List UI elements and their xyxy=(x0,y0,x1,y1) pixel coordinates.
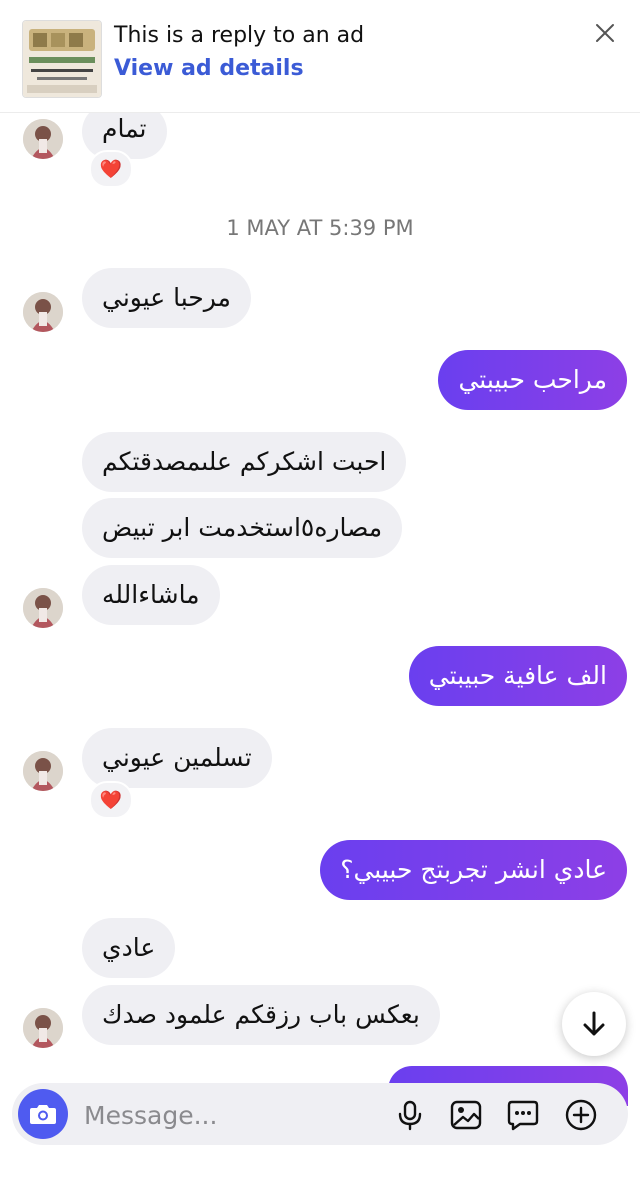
arrow-down-icon xyxy=(583,1011,605,1036)
message-text: بعكس باب رزقكم علمود صدك xyxy=(102,1000,420,1029)
image-icon[interactable] xyxy=(448,1097,484,1133)
message-bubble-incoming[interactable]: بعكس باب رزقكم علمود صدك xyxy=(82,985,440,1045)
message-bubble-incoming[interactable]: مرحبا عيوني xyxy=(82,268,251,328)
message-text: مرحبا عيوني xyxy=(102,283,231,312)
avatar[interactable] xyxy=(23,292,63,332)
message-text: مراحب حبيبتي xyxy=(458,365,607,394)
message-text: عادي انشر تجربتج حبيبي؟ xyxy=(340,855,607,884)
date-separator: 1 MAY AT 5:39 PM xyxy=(226,216,414,240)
sticker-icon[interactable] xyxy=(505,1097,541,1133)
microphone-icon[interactable] xyxy=(392,1097,428,1133)
heart-reaction-icon[interactable]: ❤️ xyxy=(89,150,133,188)
avatar[interactable] xyxy=(23,751,63,791)
message-bubble-incoming[interactable]: تسلمين عيوني xyxy=(82,728,272,788)
avatar[interactable] xyxy=(23,119,63,159)
avatar[interactable] xyxy=(23,1008,63,1048)
message-bubble-incoming[interactable]: ماشاءالله xyxy=(82,565,220,625)
message-text: الف عافية حبيبتي xyxy=(428,661,607,690)
ad-thumbnail[interactable] xyxy=(22,20,102,98)
plus-icon[interactable] xyxy=(563,1097,599,1133)
message-text: تسلمين عيوني xyxy=(102,743,252,772)
message-input[interactable] xyxy=(82,1093,386,1137)
message-bubble-incoming[interactable]: احبت اشكركم علىمصدقتكم xyxy=(82,432,407,492)
message-bubble-outgoing[interactable]: عادي انشر تجربتج حبيبي؟ xyxy=(320,840,627,900)
camera-icon xyxy=(30,1105,56,1124)
avatar[interactable] xyxy=(23,588,63,628)
close-icon[interactable] xyxy=(592,20,618,46)
ad-reply-banner: This is a reply to an ad View ad details xyxy=(0,0,640,113)
scroll-to-bottom-button[interactable] xyxy=(562,992,626,1056)
message-text: احبت اشكركم علىمصدقتكم xyxy=(102,447,387,476)
message-bubble-incoming[interactable]: مصاره٥استخدمت ابر تبيض xyxy=(82,498,403,558)
message-composer xyxy=(12,1083,628,1145)
heart-reaction-icon[interactable]: ❤️ xyxy=(89,781,133,819)
ad-reply-title: This is a reply to an ad xyxy=(114,23,365,48)
message-bubble-outgoing[interactable]: الف عافية حبيبتي xyxy=(408,646,627,706)
reaction-emoji: ❤️ xyxy=(99,789,123,811)
reaction-emoji: ❤️ xyxy=(99,158,123,180)
view-ad-details-link[interactable]: View ad details xyxy=(114,52,364,86)
message-text: مصاره٥استخدمت ابر تبيض xyxy=(102,513,383,542)
message-text: ماشاءالله xyxy=(102,580,200,609)
message-text: تمام xyxy=(102,114,147,143)
message-bubble-outgoing[interactable]: مراحب حبيبتي xyxy=(438,350,627,410)
message-bubble-incoming[interactable]: عادي xyxy=(82,918,176,978)
message-text: عادي xyxy=(102,933,156,962)
camera-button[interactable] xyxy=(18,1089,68,1139)
